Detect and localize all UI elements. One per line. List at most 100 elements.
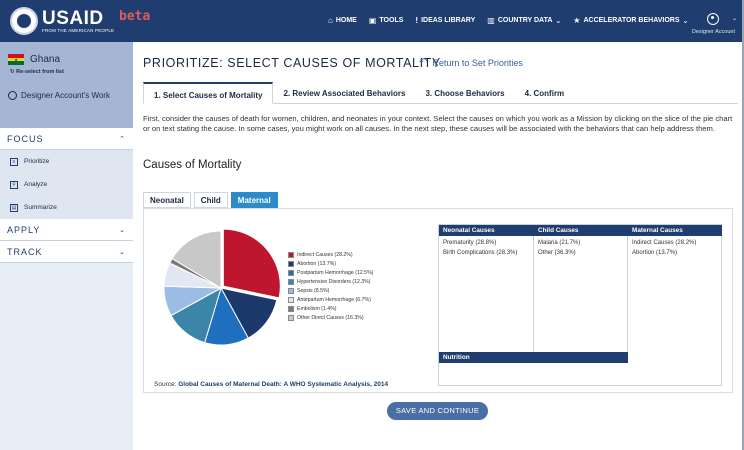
- legend-item[interactable]: Sepsis (8.5%): [288, 286, 373, 295]
- lightbulb-icon: !: [415, 16, 419, 25]
- pie-slice[interactable]: [222, 228, 281, 299]
- star-icon: ★: [573, 16, 581, 25]
- chevron-down-icon: ⌄: [555, 17, 562, 25]
- legend-item[interactable]: Antepartum Hemorrhage (6.7%): [288, 295, 373, 304]
- causes-panel: Indirect Causes (28.2%) Abortion (13.7%) P…: [143, 208, 733, 393]
- nav-tools[interactable]: ▣ TOOLS: [369, 16, 404, 25]
- nav-tools-label: TOOLS: [379, 17, 404, 24]
- intro-text: First, consider the causes of death for …: [143, 114, 733, 134]
- legend-label: Embolism (1.4%): [297, 305, 337, 312]
- sidebar-item-label: Summarize: [24, 204, 57, 211]
- child-header: Child Causes: [534, 225, 628, 236]
- chevron-down-icon: ⌄: [731, 16, 737, 22]
- usaid-seal-icon: [10, 7, 38, 35]
- beta-label: beta: [119, 9, 151, 24]
- legend-item[interactable]: Hypertensive Disorders (12.3%): [288, 277, 373, 286]
- return-label: Return to Set Priorities: [432, 57, 523, 68]
- tab-review-behaviors[interactable]: 2. Review Associated Behaviors: [273, 82, 415, 104]
- save-and-continue-button[interactable]: SAVE AND CONTINUE: [387, 402, 488, 420]
- nav-country-data[interactable]: ▥ COUNTRY DATA ⌄: [487, 16, 561, 25]
- usaid-logo[interactable]: USAID FROM THE AMERICAN PEOPLE: [10, 7, 114, 35]
- legend-label: Indirect Causes (28.2%): [297, 251, 353, 258]
- legend-swatch: [288, 296, 294, 303]
- list-item[interactable]: Birth Complications (28.3%): [443, 248, 517, 258]
- tab-maternal[interactable]: Maternal: [230, 192, 278, 208]
- section-focus[interactable]: FOCUS ⌃: [0, 128, 133, 150]
- chevron-down-icon: ⌄: [682, 17, 689, 25]
- legend-label: Abortion (13.7%): [297, 260, 336, 267]
- summary-icon: ▤: [10, 203, 18, 212]
- country-selector[interactable]: ★ Ghana: [8, 54, 125, 66]
- track-label: TRACK: [7, 246, 43, 257]
- focus-label: FOCUS: [7, 133, 44, 144]
- sidebar-item-label: Prioritize: [24, 158, 50, 165]
- sidebar-item-label: Analyze: [24, 181, 48, 188]
- selected-causes-grid: Neonatal Causes Child Causes Maternal Ca…: [438, 224, 722, 386]
- chart-icon: ▥: [487, 16, 495, 25]
- tab-choose-behaviors[interactable]: 3. Choose Behaviors: [415, 82, 514, 104]
- reselect-label: Re-select from list: [16, 69, 64, 75]
- pie-chart: [162, 228, 281, 349]
- list-item[interactable]: Other (36.3%): [538, 248, 580, 258]
- nav-ideas-label: IDEAS LIBRARY: [421, 17, 476, 24]
- nav-accelerator-behaviors[interactable]: ★ ACCELERATOR BEHAVIORS ⌄: [573, 16, 688, 25]
- return-link[interactable]: ↶ Return to Set Priorities: [419, 57, 523, 68]
- user-icon: [707, 13, 720, 25]
- legend-item[interactable]: Postpartum Hemorrhage (12.5%): [288, 268, 373, 277]
- account-name: Designer Account: [691, 29, 735, 35]
- tab-neonatal[interactable]: Neonatal: [143, 192, 191, 208]
- step-tabs: 1. Select Causes of Mortality 2. Review …: [143, 82, 738, 104]
- legend-label: Other Direct Causes (16.3%): [297, 314, 364, 321]
- neonatal-header: Neonatal Causes: [439, 225, 534, 236]
- source-citation: Source: Global Causes of Maternal Death:…: [154, 381, 388, 388]
- legend-swatch: [288, 251, 294, 258]
- legend-item[interactable]: Other Direct Causes (16.3%): [288, 313, 373, 322]
- sidebar: ★ Ghana ↻ Re-select from list Designer A…: [0, 42, 133, 450]
- lock-icon: ▣: [368, 16, 377, 25]
- nav-ideas-library[interactable]: ! IDEAS LIBRARY: [415, 16, 475, 25]
- tab-confirm[interactable]: 4. Confirm: [515, 82, 575, 104]
- chevron-down-icon: ⌄: [119, 226, 126, 234]
- legend-label: Antepartum Hemorrhage (6.7%): [297, 296, 371, 303]
- sidebar-item-analyze[interactable]: ⚲ Analyze: [0, 173, 133, 196]
- legend-label: Postpartum Hemorrhage (12.5%): [297, 269, 374, 276]
- legend-item[interactable]: Indirect Causes (28.2%): [288, 250, 373, 259]
- list-item[interactable]: Abortion (13.7%): [632, 248, 696, 258]
- maternal-list: Indirect Causes (28.2%) Abortion (13.7%): [628, 236, 700, 260]
- maternal-header: Maternal Causes: [628, 225, 722, 236]
- nav-home[interactable]: ⌂ HOME: [328, 16, 357, 25]
- focus-items: ≡ Prioritize ⚲ Analyze ▤ Summarize: [0, 150, 133, 219]
- main-nav: ⌂ HOME ▣ TOOLS ! IDEAS LIBRARY ▥ COUNTRY DAT…: [328, 16, 688, 25]
- neonatal-list: Prematurity (28.8%) Birth Complications …: [439, 236, 521, 260]
- legend-swatch: [288, 269, 294, 276]
- sidebar-item-summarize[interactable]: ▤ Summarize: [0, 196, 133, 219]
- source-link[interactable]: Global Causes of Maternal Death: A WHO S…: [178, 381, 388, 388]
- pie-svg: [163, 228, 281, 346]
- list-item[interactable]: Malaria (21.7%): [538, 238, 580, 248]
- sidebar-item-prioritize[interactable]: ≡ Prioritize: [0, 150, 133, 173]
- list-item[interactable]: Indirect Causes (28.2%): [632, 238, 696, 248]
- legend-swatch: [288, 314, 294, 321]
- nav-accelerator-label: ACCELERATOR BEHAVIORS: [583, 17, 680, 24]
- nutrition-header: Nutrition: [439, 352, 628, 363]
- main-content: PRIORITIZE: SELECT CAUSES OF MORTALITY ↶…: [133, 42, 744, 450]
- legend-label: Hypertensive Disorders (12.3%): [297, 278, 371, 285]
- tab-select-causes[interactable]: 1. Select Causes of Mortality: [143, 82, 274, 104]
- account-menu[interactable]: ⌄ Designer Account: [691, 13, 737, 35]
- reselect-link[interactable]: ↻ Re-select from list: [10, 69, 125, 75]
- section-apply[interactable]: APPLY ⌄: [0, 219, 133, 241]
- legend-item[interactable]: Abortion (13.7%): [288, 259, 373, 268]
- undo-icon: ↶: [419, 57, 428, 68]
- legend-item[interactable]: Embolism (1.4%): [288, 304, 373, 313]
- nav-home-label: HOME: [335, 17, 357, 24]
- designer-work-link[interactable]: Designer Account's Work: [8, 91, 125, 100]
- list-item[interactable]: Prematurity (28.8%): [443, 238, 517, 248]
- tab-child[interactable]: Child: [193, 192, 228, 208]
- chevron-down-icon: ⌄: [119, 248, 126, 256]
- designer-work-label: Designer Account's Work: [21, 91, 110, 100]
- page-title: PRIORITIZE: SELECT CAUSES OF MORTALITY: [143, 56, 441, 70]
- section-track[interactable]: TRACK ⌄: [0, 241, 133, 263]
- chart-legend: Indirect Causes (28.2%) Abortion (13.7%) P…: [288, 250, 373, 322]
- magnifier-person-icon: ⚲: [10, 180, 18, 189]
- brand-tagline: FROM THE AMERICAN PEOPLE: [42, 27, 115, 33]
